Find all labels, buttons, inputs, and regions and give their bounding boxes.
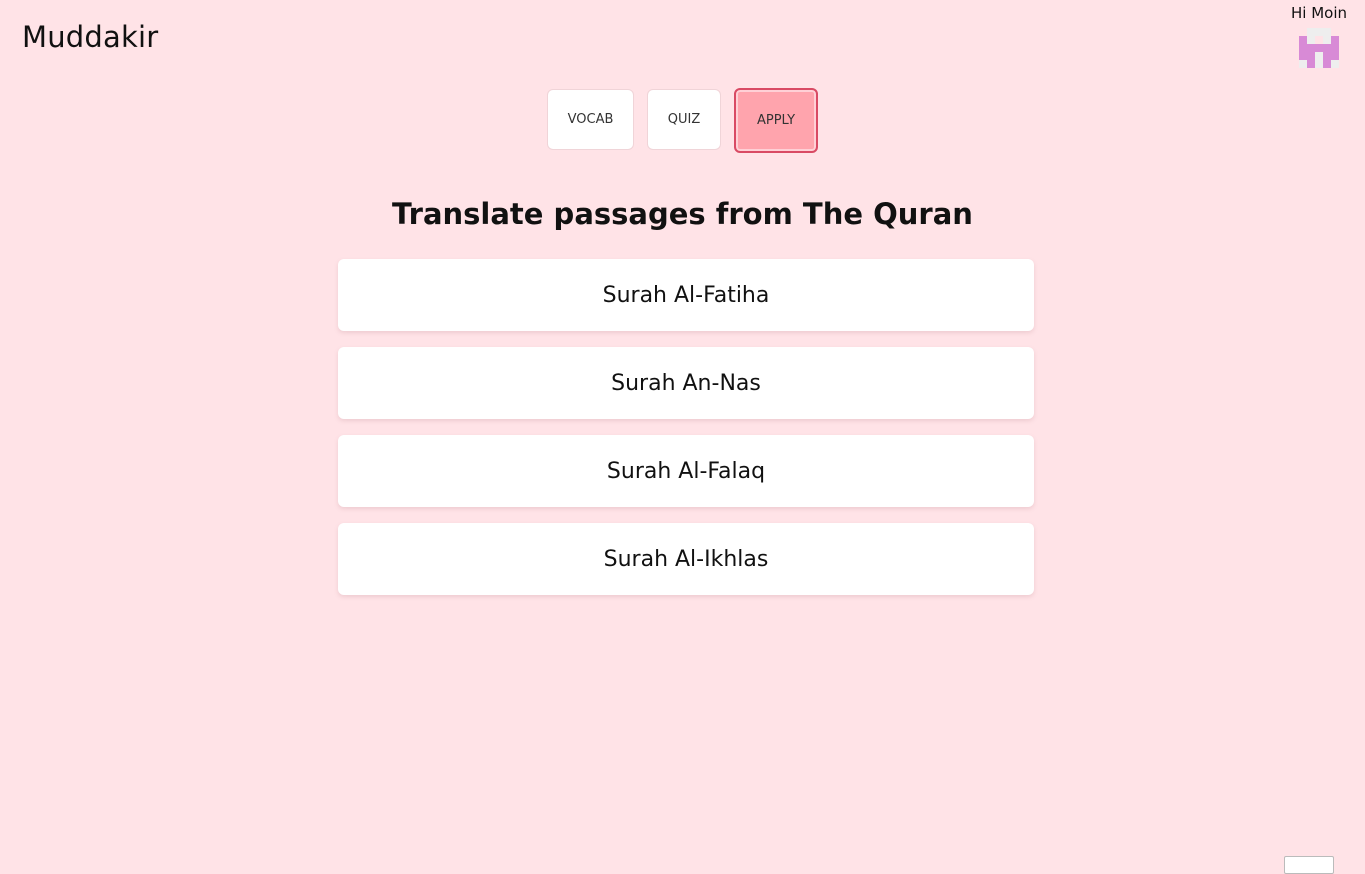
avatar-pixel <box>1315 44 1323 52</box>
avatar-pixel <box>1299 36 1307 44</box>
avatar-pixel <box>1299 60 1307 68</box>
avatar-pixel <box>1307 28 1315 36</box>
avatar-pixel <box>1331 28 1339 36</box>
surah-item-an-nas[interactable]: Surah An-Nas <box>338 347 1034 419</box>
mode-tabs: VOCAB QUIZ APPLY <box>0 88 1365 153</box>
avatar-pixel <box>1323 28 1331 36</box>
avatar-pixel <box>1299 52 1307 60</box>
tab-vocab[interactable]: VOCAB <box>547 89 634 150</box>
tab-quiz[interactable]: QUIZ <box>647 89 721 150</box>
surah-item-al-ikhlas[interactable]: Surah Al-Ikhlas <box>338 523 1034 595</box>
avatar-pixel <box>1315 28 1323 36</box>
page-heading: Translate passages from The Quran <box>392 197 973 231</box>
avatar-pixel <box>1331 52 1339 60</box>
avatar-pixel <box>1307 44 1315 52</box>
avatar-pixel <box>1323 44 1331 52</box>
avatar-pixel <box>1307 52 1315 60</box>
avatar-pixel <box>1315 60 1323 68</box>
avatar-pixel <box>1323 36 1331 44</box>
avatar-pixel <box>1299 28 1307 36</box>
avatar-pixel <box>1331 60 1339 68</box>
tab-apply[interactable]: APPLY <box>734 88 818 153</box>
corner-widget[interactable] <box>1284 856 1334 874</box>
user-greeting: Hi Moin <box>1290 4 1347 22</box>
pixel-avatar-icon[interactable] <box>1299 28 1339 68</box>
surah-item-al-fatiha[interactable]: Surah Al-Fatiha <box>338 259 1034 331</box>
avatar-pixel <box>1315 36 1323 44</box>
avatar-pixel <box>1331 36 1339 44</box>
avatar-pixel <box>1323 60 1331 68</box>
surah-item-al-falaq[interactable]: Surah Al-Falaq <box>338 435 1034 507</box>
avatar-pixel <box>1331 44 1339 52</box>
avatar-pixel <box>1307 60 1315 68</box>
avatar-pixel <box>1299 44 1307 52</box>
avatar-pixel <box>1315 52 1323 60</box>
surah-list: Surah Al-Fatiha Surah An-Nas Surah Al-Fa… <box>338 259 1034 595</box>
avatar-pixel <box>1323 52 1331 60</box>
app-title[interactable]: Muddakir <box>22 18 158 56</box>
user-menu[interactable]: Hi Moin <box>1288 4 1350 68</box>
avatar-pixel <box>1307 36 1315 44</box>
